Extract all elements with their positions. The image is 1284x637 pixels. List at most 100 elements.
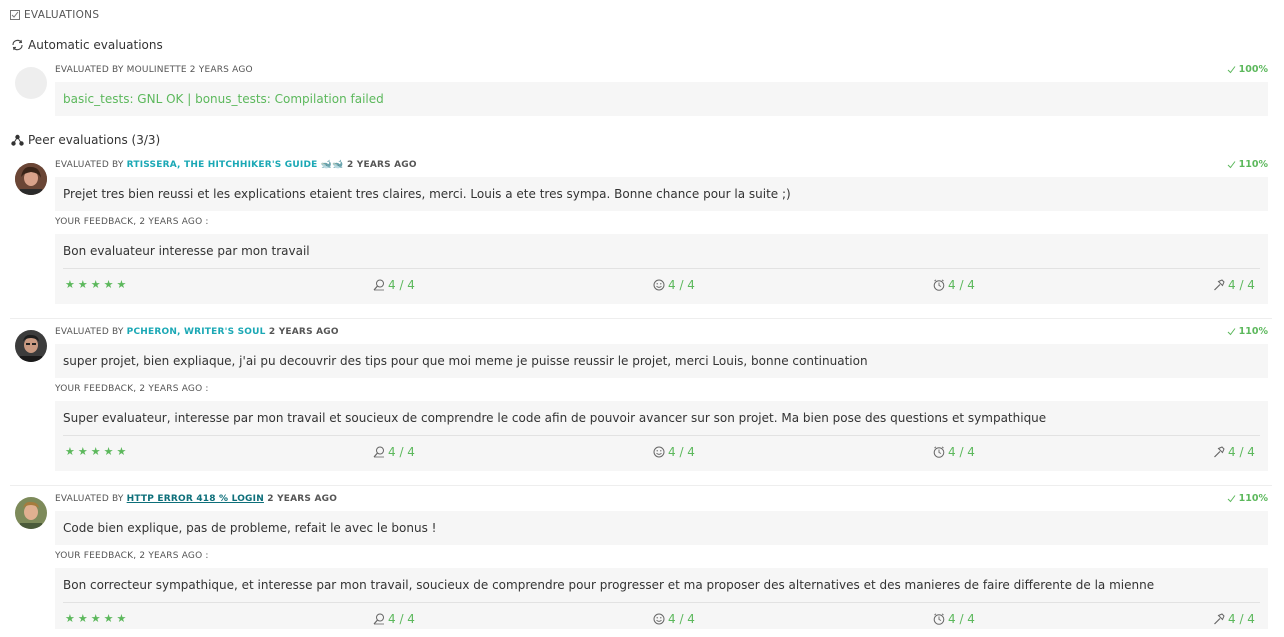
smiley-icon [653,446,665,458]
feedback-label: YOUR FEEDBACK, 2 YEARS AGO : [55,551,209,561]
metric-value: 4 / 4 [668,612,695,626]
score-value: 110% [1238,159,1268,170]
evaluated-by-label: EVALUATED BY [55,494,127,504]
metric-value: 4 / 4 [388,612,415,626]
rating-row: ★★★★★ 4 / 4 4 / 4 4 / 4 4 / 4 [63,268,1260,303]
metric-4: 4 / 4 [1213,445,1255,459]
metric-value: 4 / 4 [1228,445,1255,459]
peer-evaluations-title: Peer evaluations (3/3) [28,133,161,147]
metric-value: 4 / 4 [388,445,415,459]
automatic-evaluations-header: Automatic evaluations [11,38,163,52]
evaluator-name[interactable]: HTTP ERROR 418 % LOGIN [127,494,264,504]
metric-2: 4 / 4 [653,445,695,459]
metric-value: 4 / 4 [668,278,695,292]
peer-comment-box: Prejet tres bien reussi et les explicati… [55,177,1268,211]
smiley-icon [653,613,665,625]
metric-2: 4 / 4 [653,612,695,626]
avatar-moulinette[interactable] [15,67,47,99]
peer-score: 110% [1227,326,1268,337]
evaluation-time: 2 YEARS AGO [265,327,339,337]
magnifier-icon [373,613,385,625]
network-icon [11,134,24,146]
hammer-icon [1213,446,1225,458]
metric-value: 4 / 4 [668,445,695,459]
automatic-result: basic_tests: GNL OK | bonus_tests: Compi… [63,92,384,106]
peer-comment: super projet, bien expliaque, j'ai pu de… [63,354,868,368]
evaluation-time: 2 YEARS AGO [263,494,338,504]
checkbox-icon [10,10,20,20]
metric-1: 4 / 4 [373,445,415,459]
evaluated-by-line: EVALUATED BY HTTP ERROR 418 % LOGIN 2 YE… [55,494,337,504]
automatic-evaluations-title: Automatic evaluations [28,38,163,52]
evaluated-by-line: EVALUATED BY PCHERON, WRITER'S SOUL 2 YE… [55,327,339,337]
star-rating: ★★★★★ [65,612,130,625]
peer-comment-box: super projet, bien expliaque, j'ai pu de… [55,344,1268,378]
score-value: 110% [1238,493,1268,504]
metric-2: 4 / 4 [653,278,695,292]
metric-3: 4 / 4 [933,612,975,626]
evaluator-name[interactable]: PCHERON, WRITER'S SOUL [127,327,266,337]
feedback-text: Bon evaluateur interesse par mon travail [63,244,310,258]
check-icon [1227,160,1236,169]
metric-value: 4 / 4 [1228,612,1255,626]
evaluated-by-line: EVALUATED BY MOULINETTE 2 YEARS AGO [55,65,253,75]
refresh-icon [11,39,24,51]
feedback-box: Bon evaluateur interesse par mon travail… [55,234,1268,304]
metric-3: 4 / 4 [933,278,975,292]
peer-comment: Prejet tres bien reussi et les explicati… [63,187,791,201]
evaluated-by-line: EVALUATED BY RTISSERA, THE HITCHHIKER'S … [55,160,417,170]
evaluation-time: 2 YEARS AGO [343,160,417,170]
clock-icon [933,613,945,625]
metric-1: 4 / 4 [373,612,415,626]
divider [10,485,1272,486]
evaluations-header: EVALUATIONS [10,9,99,21]
hammer-icon [1213,279,1225,291]
automatic-result-box: basic_tests: GNL OK | bonus_tests: Compi… [55,82,1268,116]
metric-1: 4 / 4 [373,278,415,292]
peer-comment: Code bien explique, pas de probleme, ref… [63,521,437,535]
feedback-label: YOUR FEEDBACK, 2 YEARS AGO : [55,384,209,394]
metric-value: 4 / 4 [1228,278,1255,292]
star-rating: ★★★★★ [65,278,130,291]
magnifier-icon [373,279,385,291]
feedback-box: Super evaluateur, interesse par mon trav… [55,401,1268,471]
metric-4: 4 / 4 [1213,612,1255,626]
avatar-rtissera[interactable] [15,163,47,195]
check-icon [1227,65,1236,74]
metric-value: 4 / 4 [388,278,415,292]
score-value: 110% [1238,326,1268,337]
automatic-score: 100% [1227,64,1268,75]
clock-icon [933,446,945,458]
clock-icon [933,279,945,291]
magnifier-icon [373,446,385,458]
rating-row: ★★★★★ 4 / 4 4 / 4 4 / 4 4 / 4 [63,602,1260,637]
divider [10,318,1272,319]
hammer-icon [1213,613,1225,625]
evaluated-by-label: EVALUATED BY [55,160,127,170]
peer-comment-box: Code bien explique, pas de probleme, ref… [55,511,1268,545]
feedback-label: YOUR FEEDBACK, 2 YEARS AGO : [55,217,209,227]
evaluator-name[interactable]: RTISSERA, THE HITCHHIKER'S GUIDE 🐋🐋 [127,160,344,170]
rating-row: ★★★★★ 4 / 4 4 / 4 4 / 4 4 / 4 [63,435,1260,470]
check-icon [1227,327,1236,336]
feedback-box: Bon correcteur sympathique, et interesse… [55,568,1268,629]
metric-3: 4 / 4 [933,445,975,459]
evaluated-by-label: EVALUATED BY [55,327,127,337]
star-rating: ★★★★★ [65,445,130,458]
peer-score: 110% [1227,159,1268,170]
metric-value: 4 / 4 [948,445,975,459]
check-icon [1227,494,1236,503]
smiley-icon [653,279,665,291]
avatar-pcheron[interactable] [15,330,47,362]
feedback-text: Super evaluateur, interesse par mon trav… [63,411,1047,425]
avatar-evaluator-3[interactable] [15,497,47,529]
score-value: 100% [1238,64,1268,75]
feedback-text: Bon correcteur sympathique, et interesse… [63,578,1155,592]
evaluation-time: 2 YEARS AGO [186,65,253,75]
evaluations-title: EVALUATIONS [24,9,100,21]
metric-4: 4 / 4 [1213,278,1255,292]
evaluator-name[interactable]: MOULINETTE [127,65,187,75]
metric-value: 4 / 4 [948,612,975,626]
evaluated-by-label: EVALUATED BY [55,65,127,75]
peer-score: 110% [1227,493,1268,504]
